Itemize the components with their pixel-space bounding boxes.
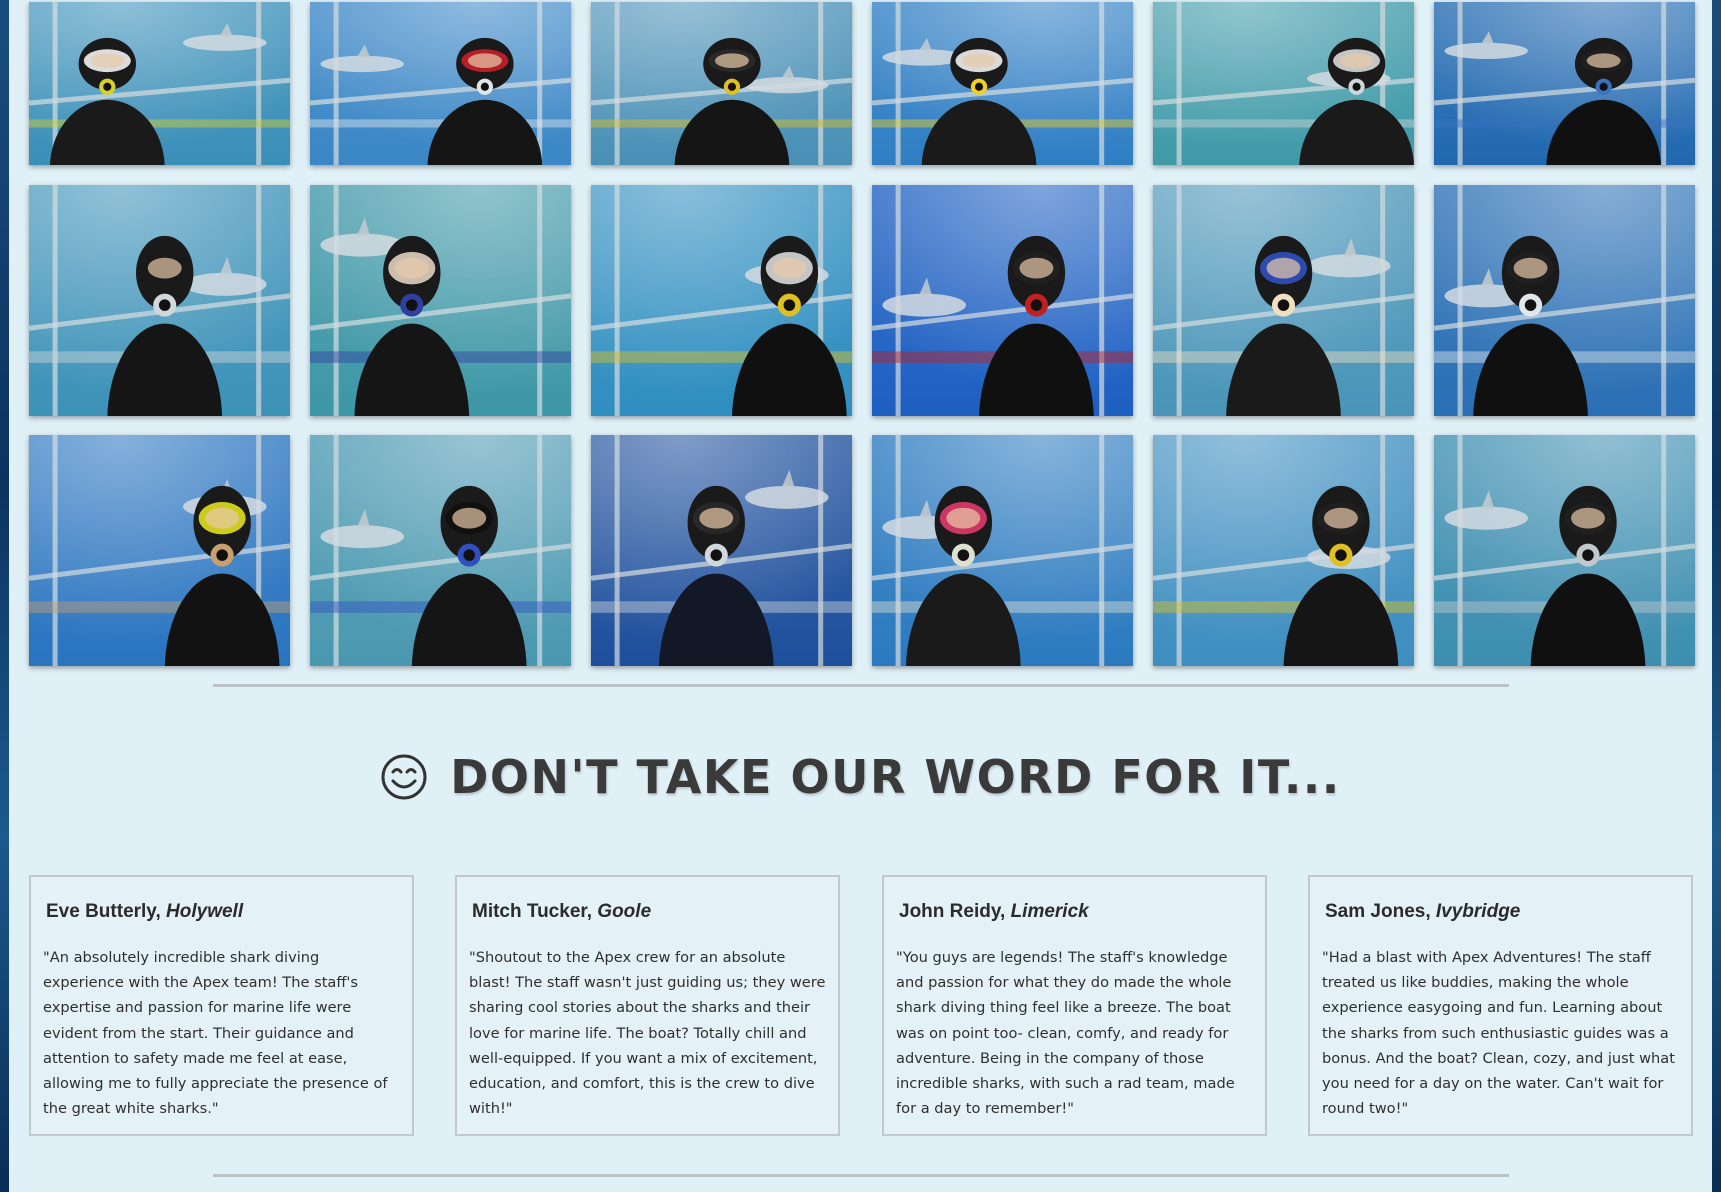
- testimonials-heading: DON'T TAKE OUR WORD FOR IT...: [0, 742, 1721, 812]
- testimonial-card: Sam Jones, Ivybridge "Had a blast with A…: [1308, 875, 1693, 1136]
- diver-photo-10[interactable]: [872, 185, 1133, 416]
- diver-photo-18[interactable]: [1434, 435, 1695, 666]
- testimonial-cards: Eve Butterly, Holywell "An absolutely in…: [29, 875, 1694, 1138]
- author-location: Goole: [597, 901, 652, 922]
- author-name: Mitch Tucker,: [472, 901, 593, 922]
- diver-photo-8[interactable]: [310, 185, 571, 416]
- author-location: Limerick: [1010, 901, 1089, 922]
- diver-photo-7[interactable]: [29, 185, 290, 416]
- testimonial-quote: "Had a blast with Apex Adventures! The s…: [1322, 949, 1675, 1118]
- photo-gallery: [29, 2, 1695, 666]
- diver-photo-13[interactable]: [29, 435, 290, 666]
- testimonial-quote: "An absolutely incredible shark diving e…: [43, 949, 388, 1118]
- diver-photo-16[interactable]: [872, 435, 1133, 666]
- author-name: John Reidy,: [899, 901, 1006, 922]
- author-name: Sam Jones,: [1325, 901, 1431, 922]
- testimonial-author: John Reidy, Limerick: [899, 901, 1253, 923]
- diver-photo-11[interactable]: [1153, 185, 1414, 416]
- diver-photo-17[interactable]: [1153, 435, 1414, 666]
- author-location: Holywell: [166, 901, 244, 922]
- diver-photo-4[interactable]: [872, 2, 1133, 165]
- testimonial-quote: "You guys are legends! The staff's knowl…: [896, 949, 1235, 1118]
- author-name: Eve Butterly,: [46, 901, 161, 922]
- page-edge-right: [1712, 0, 1721, 1192]
- diver-photo-1[interactable]: [29, 2, 290, 165]
- diver-photo-6[interactable]: [1434, 2, 1695, 165]
- section-divider-top: [213, 684, 1509, 687]
- smiling-face-icon: [381, 754, 427, 800]
- section-divider-bottom: [213, 1174, 1509, 1177]
- diver-photo-15[interactable]: [591, 435, 852, 666]
- author-location: Ivybridge: [1435, 901, 1521, 922]
- testimonial-quote: "Shoutout to the Apex crew for an absolu…: [469, 949, 826, 1118]
- diver-photo-3[interactable]: [591, 2, 852, 165]
- page-edge-left: [0, 0, 9, 1192]
- testimonial-author: Sam Jones, Ivybridge: [1325, 901, 1679, 923]
- diver-photo-5[interactable]: [1153, 2, 1414, 165]
- testimonial-card: Mitch Tucker, Goole "Shoutout to the Ape…: [455, 875, 840, 1136]
- diver-photo-2[interactable]: [310, 2, 571, 165]
- diver-photo-9[interactable]: [591, 185, 852, 416]
- testimonial-author: Eve Butterly, Holywell: [46, 901, 400, 923]
- testimonial-author: Mitch Tucker, Goole: [472, 901, 826, 923]
- testimonials-title: DON'T TAKE OUR WORD FOR IT...: [450, 750, 1341, 804]
- diver-photo-12[interactable]: [1434, 185, 1695, 416]
- diver-photo-14[interactable]: [310, 435, 571, 666]
- testimonial-card: Eve Butterly, Holywell "An absolutely in…: [29, 875, 414, 1136]
- testimonial-card: John Reidy, Limerick "You guys are legen…: [882, 875, 1267, 1136]
